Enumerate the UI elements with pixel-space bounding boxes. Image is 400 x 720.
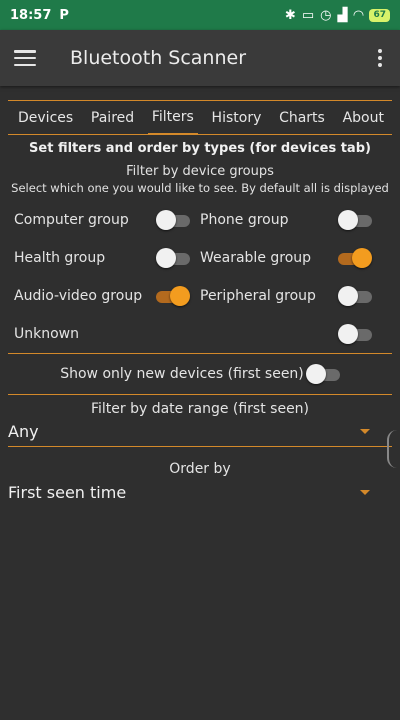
toggle-phone-group[interactable] (338, 209, 372, 231)
tab-devices[interactable]: Devices (14, 101, 77, 134)
group-label-peripheral: Peripheral group (200, 288, 316, 304)
toggle-new-devices[interactable] (305, 363, 340, 385)
dropdown-caret-icon (360, 489, 370, 495)
tab-about[interactable]: About (339, 101, 388, 134)
app-bar: Bluetooth Scanner (0, 30, 400, 86)
hamburger-menu-icon[interactable] (14, 50, 36, 66)
tab-charts[interactable]: Charts (275, 101, 329, 134)
device-groups-title: Filter by device groups (126, 164, 274, 179)
status-bar: 18:57 P ✱ ▭ ◷ ▟ ◠ 67 (0, 0, 400, 30)
signal-icon: ▟ (337, 7, 348, 23)
vibrate-icon: ▭ (301, 7, 315, 23)
date-range-label: Filter by date range (first seen) (90, 401, 310, 417)
group-label-computer: Computer group (14, 212, 129, 228)
tab-history[interactable]: History (208, 101, 266, 134)
date-range-select[interactable]: Any (8, 417, 392, 447)
device-groups-grid: Computer group Phone group Health group … (8, 195, 392, 353)
status-time: 18:57 (10, 7, 52, 23)
battery-icon: 67 (369, 8, 390, 22)
date-range-value: Any (8, 422, 39, 441)
toggle-computer-group[interactable] (156, 209, 190, 231)
app-title: Bluetooth Scanner (70, 47, 247, 69)
order-by-select[interactable]: First seen time (8, 477, 392, 507)
more-options-icon[interactable] (378, 49, 382, 67)
wifi-icon: ◠ (353, 7, 364, 23)
toggle-audio-video-group[interactable] (156, 285, 190, 307)
device-groups-hint: Select which one you would like to see. … (11, 181, 389, 195)
group-label-audio-video: Audio-video group (14, 288, 143, 304)
filters-heading: Set filters and order by types (for devi… (29, 141, 371, 156)
tab-paired[interactable]: Paired (87, 101, 138, 134)
toggle-peripheral-group[interactable] (338, 285, 372, 307)
group-label-unknown: Unknown (14, 326, 79, 342)
new-devices-label: Show only new devices (first seen) (60, 366, 304, 382)
toggle-wearable-group[interactable] (338, 247, 372, 269)
order-by-value: First seen time (8, 482, 127, 502)
edge-swipe-handle[interactable] (387, 430, 397, 468)
parking-notification-icon: P (59, 7, 69, 23)
dropdown-caret-icon (360, 429, 370, 434)
group-label-phone: Phone group (200, 212, 289, 228)
group-label-wearable: Wearable group (200, 250, 312, 266)
order-by-label: Order by (169, 461, 231, 477)
alarm-icon: ◷ (320, 7, 332, 23)
bluetooth-icon: ✱ (284, 7, 296, 23)
toggle-health-group[interactable] (156, 247, 190, 269)
divider (8, 394, 392, 395)
tab-bar: Devices Paired Filters History Charts Ab… (8, 100, 392, 135)
tab-filters[interactable]: Filters (147, 102, 198, 135)
group-label-health: Health group (14, 250, 106, 266)
toggle-unknown-group[interactable] (338, 323, 372, 345)
